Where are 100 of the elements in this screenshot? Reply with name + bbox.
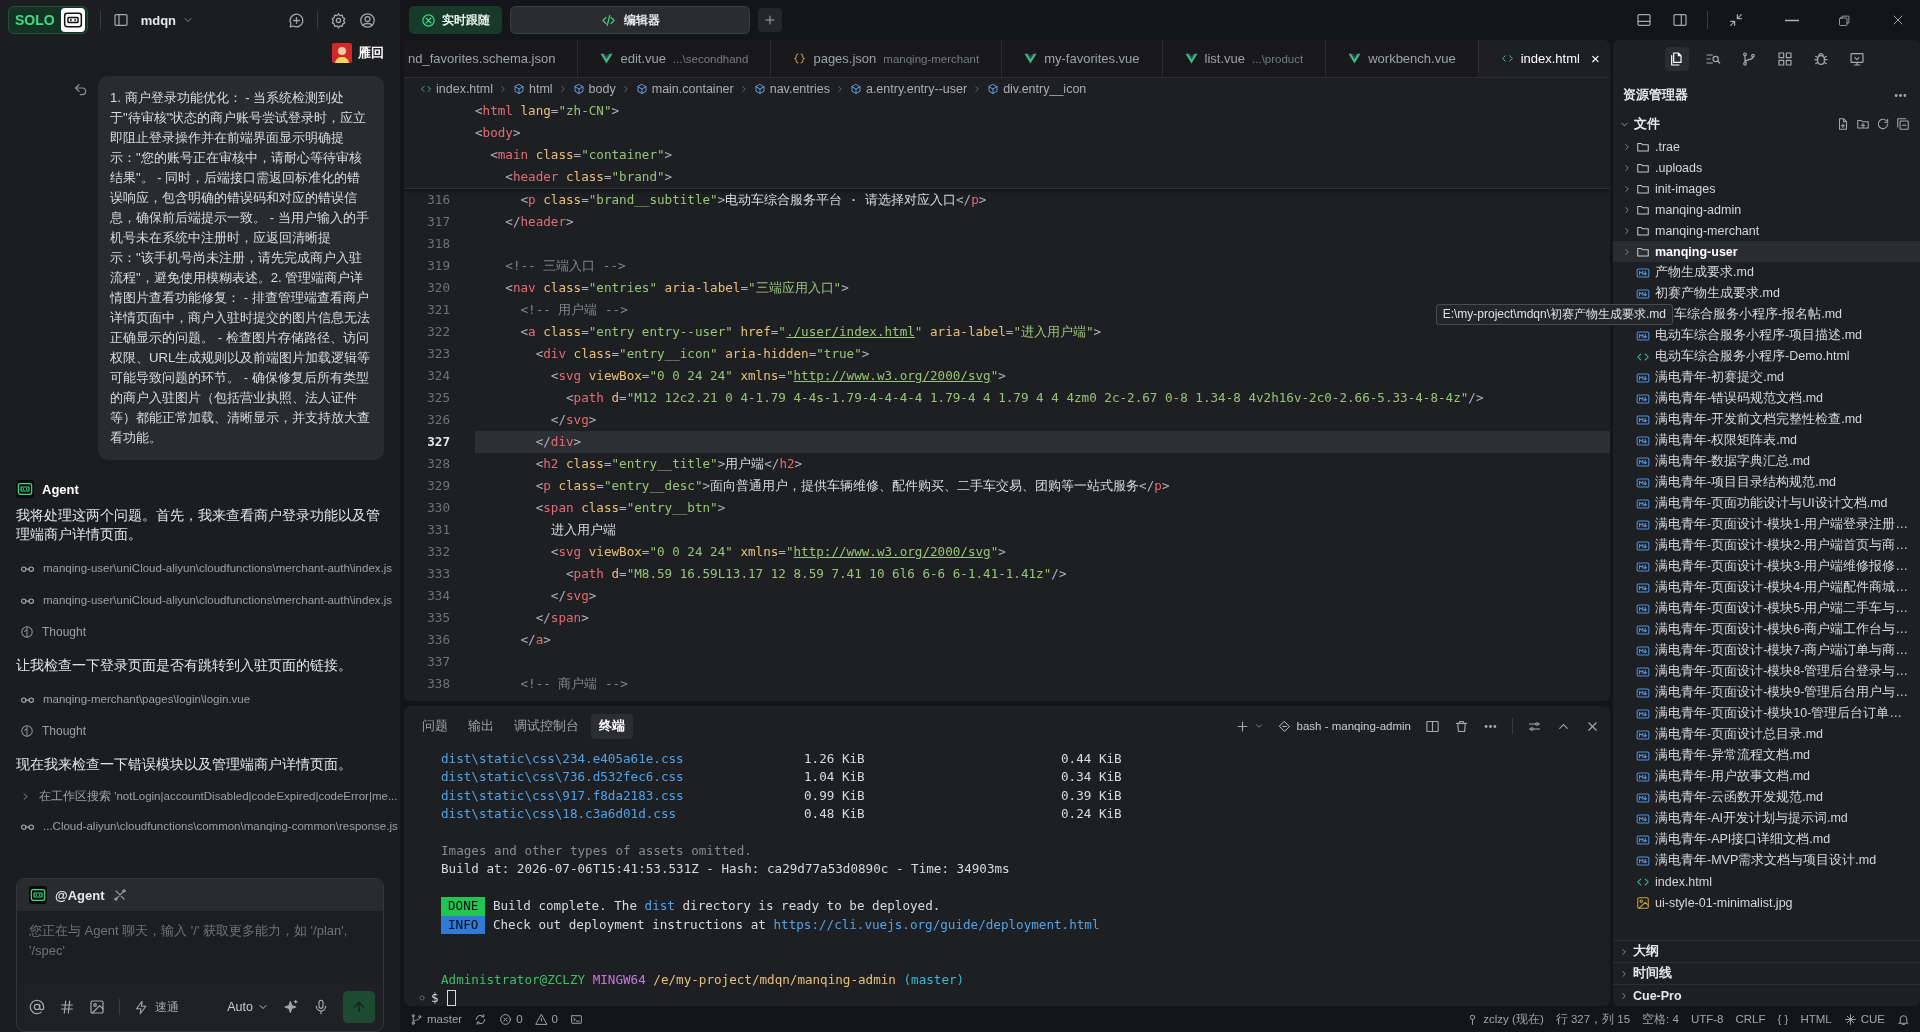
editor-tab[interactable]: workbench.vue	[1326, 40, 1479, 77]
collapse-all-icon[interactable]	[1896, 117, 1910, 131]
breadcrumb-item[interactable]: div.entry__icon	[987, 82, 1087, 96]
tree-item[interactable]: 满电青年-开发前文档完整性检查.md	[1613, 409, 1920, 430]
tree-item[interactable]: 电动车综合服务小程序-项目描述.md	[1613, 325, 1920, 346]
file-path[interactable]: ...Cloud-aliyun\cloudfunctions\common\manqing-common\response.js	[43, 820, 398, 832]
editor-tab[interactable]: index.html ×	[1478, 40, 1610, 77]
panel-tab[interactable]: 问题	[414, 713, 456, 739]
editor-tab[interactable]: edit.vue ...\secondhand	[578, 40, 772, 77]
monitor-icon[interactable]	[1848, 51, 1865, 67]
chevron-right-icon[interactable]	[1622, 246, 1632, 257]
editor-tab[interactable]: nd_favorites.schema.json	[404, 40, 579, 77]
tree-item[interactable]: .trae	[1613, 136, 1920, 157]
panel-bottom-icon[interactable]	[1636, 12, 1652, 28]
bug-icon[interactable]	[1812, 51, 1829, 67]
status-item[interactable]: CUE	[1843, 1012, 1885, 1026]
chevron-right-icon[interactable]	[1622, 204, 1632, 215]
tree-item[interactable]: manqing-admin	[1613, 199, 1920, 220]
tree-item[interactable]: 满电青年-页面设计-模块3-用户端维修报修…	[1613, 556, 1920, 577]
chat-input[interactable]: 您正在与 Agent 聊天，输入 '/' 获取更多能力，如 '/plan', '/spec'	[17, 911, 383, 983]
tree-item[interactable]: 满电青年-API接口详细文档.md	[1613, 829, 1920, 850]
tree-item[interactable]: 满电青年-AI开发计划与提示词.md	[1613, 808, 1920, 829]
tree-item[interactable]: 满电青年-错误码规范文档.md	[1613, 388, 1920, 409]
undo-icon[interactable]	[73, 82, 89, 98]
sparkle-icon[interactable]	[283, 999, 299, 1015]
tree-item[interactable]: 满电青年-MVP需求文档与项目设计.md	[1613, 850, 1920, 871]
hash-icon[interactable]	[59, 999, 75, 1015]
view-tab[interactable]: 编辑器	[510, 6, 750, 34]
panel-right-icon[interactable]	[1672, 12, 1688, 28]
tree-item[interactable]: 满电青年-页面设计-模块5-用户端二手车与…	[1613, 598, 1920, 619]
tree-item[interactable]: 满电青年-用户故事文档.md	[1613, 766, 1920, 787]
split-terminal-icon[interactable]	[1425, 718, 1440, 734]
status-item[interactable]: UTF-8	[1690, 1013, 1724, 1025]
tree-item[interactable]: 满电青年-页面设计-模块7-商户端订单与商…	[1613, 640, 1920, 661]
terminal-session[interactable]: bash - manqing-admin	[1277, 719, 1411, 733]
tree-item[interactable]: 满电青年-页面设计总目录.md	[1613, 724, 1920, 745]
tree-item[interactable]: 满电青年-项目目录结构规范.md	[1613, 472, 1920, 493]
solo-badge[interactable]: SOLO	[8, 6, 88, 34]
microphone-icon[interactable]	[313, 999, 329, 1015]
tree-item[interactable]: 满电青年-页面设计-模块8-管理后台登录与…	[1613, 661, 1920, 682]
chevron-right-icon[interactable]	[1622, 183, 1632, 194]
follow-button[interactable]: 实时跟随	[409, 6, 502, 34]
tree-item[interactable]: 满电青年-页面功能设计与UI设计文档.md	[1613, 493, 1920, 514]
sync-icon[interactable]	[474, 1012, 488, 1026]
status-item[interactable]: 0	[534, 1012, 558, 1026]
tree-item[interactable]: 产物生成要求.md	[1613, 262, 1920, 283]
status-item[interactable]: HTML	[1800, 1013, 1832, 1025]
tree-item[interactable]: 电动车综合服务小程序-Demo.html	[1613, 346, 1920, 367]
refresh-icon[interactable]	[1876, 117, 1890, 131]
status-item[interactable]: master	[410, 1012, 463, 1026]
tree-item[interactable]: 满电青年-页面设计-模块10-管理后台订单…	[1613, 703, 1920, 724]
image-icon[interactable]	[89, 999, 105, 1015]
status-item[interactable]: CRLF	[1735, 1013, 1766, 1025]
at-icon[interactable]	[29, 999, 45, 1015]
section-header[interactable]: Cue-Pro	[1613, 984, 1920, 1006]
breadcrumb-item[interactable]: html	[513, 82, 553, 96]
chevron-right-icon[interactable]	[1622, 225, 1632, 236]
trash-icon[interactable]	[1454, 718, 1469, 734]
tree-item[interactable]: index.html	[1613, 871, 1920, 892]
settings-icon[interactable]	[330, 11, 347, 29]
chevron-right-icon[interactable]	[1622, 162, 1632, 173]
sidebar-icon[interactable]	[112, 12, 129, 28]
tree-item[interactable]: 满电青年-页面设计-模块6-商户端工作台与…	[1613, 619, 1920, 640]
search-icon[interactable]	[1704, 51, 1721, 67]
new-file-icon[interactable]	[1836, 117, 1850, 131]
new-folder-icon[interactable]	[1856, 117, 1870, 131]
extensions-icon[interactable]	[1776, 51, 1793, 67]
thought-label[interactable]: Thought	[42, 724, 87, 738]
tree-item[interactable]: manqing-merchant	[1613, 220, 1920, 241]
file-path[interactable]: manqing-user\uniCloud-aliyun\cloudfunctions\merchant-auth\index.js	[43, 594, 393, 606]
file-path[interactable]: manqing-user\uniCloud-aliyun\cloudfunctions\merchant-auth\index.js	[43, 562, 393, 574]
mode-button[interactable]: 速通	[134, 998, 179, 1016]
panel-tab[interactable]: 输出	[460, 713, 502, 739]
tree-item[interactable]: 初赛产物生成要求.md	[1613, 283, 1920, 304]
tree-item[interactable]: 满电青年-异常流程文档.md	[1613, 745, 1920, 766]
project-select[interactable]: mdqn	[140, 12, 195, 28]
model-select[interactable]: Auto	[227, 1000, 269, 1014]
file-path[interactable]: manqing-merchant\pages\login\login.vue	[43, 693, 251, 705]
breadcrumb-item[interactable]: index.html	[420, 82, 493, 96]
status-item[interactable]: { }	[1777, 1013, 1789, 1025]
source-control-icon[interactable]	[1740, 51, 1757, 67]
tree-item[interactable]: 满电青年-权限矩阵表.md	[1613, 430, 1920, 451]
editor-tab[interactable]: pages.json manqing-merchant	[771, 40, 1003, 77]
status-item[interactable]: zclzy (现在)	[1466, 1011, 1544, 1027]
section-title[interactable]: 文件	[1634, 115, 1660, 133]
account-icon[interactable]	[359, 11, 376, 29]
tree-item[interactable]: manqing-user	[1613, 241, 1920, 262]
tree-item[interactable]: 满电青年-页面设计-模块4-用户端配件商城…	[1613, 577, 1920, 598]
status-item[interactable]: 行 327，列 15	[1555, 1011, 1631, 1027]
tree-item[interactable]: 满电青年-页面设计-模块2-用户端首页与商…	[1613, 535, 1920, 556]
editor-tab[interactable]: my-favorites.vue	[1002, 40, 1163, 77]
add-button[interactable]	[758, 8, 782, 32]
panel-tab[interactable]: 调试控制台	[506, 713, 587, 739]
breadcrumb-item[interactable]: nav.entries	[753, 82, 830, 96]
close-button[interactable]: ×	[1590, 50, 1600, 67]
plus-icon[interactable]	[1234, 718, 1250, 734]
tree-item[interactable]: init-images	[1613, 178, 1920, 199]
breadcrumb-item[interactable]: body	[572, 82, 616, 96]
terminal-icon[interactable]	[569, 1012, 583, 1026]
tools-icon[interactable]	[112, 888, 127, 902]
